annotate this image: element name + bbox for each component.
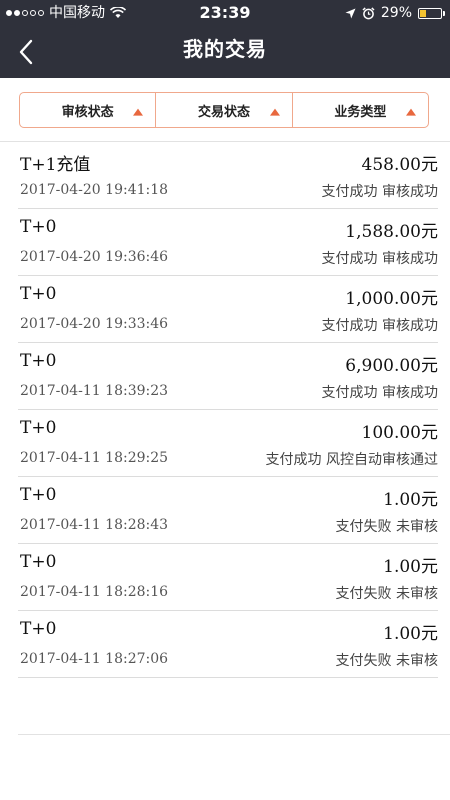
battery-level: [420, 9, 427, 17]
transaction-row[interactable]: T+0 1.00元 2017-04-11 18:28:43 支付失败 未审核: [18, 477, 438, 544]
transaction-time: 2017-04-20 19:41:18: [20, 182, 169, 198]
filter-bar: 审核状态 交易状态 业务类型: [19, 92, 429, 128]
transaction-row[interactable]: T+0 6,900.00元 2017-04-11 18:39:23 支付成功 审…: [18, 343, 438, 410]
transaction-status: 支付失败 未审核: [335, 519, 438, 535]
transaction-row[interactable]: T+1充值 458.00元 2017-04-20 19:41:18 支付成功 审…: [18, 142, 438, 209]
transaction-status: 支付成功 审核成功: [321, 251, 438, 267]
alarm-icon: [362, 6, 375, 19]
transaction-amount: 1,000.00元: [345, 289, 438, 309]
filter-label: 业务类型: [334, 104, 387, 120]
battery-percent: 29%: [380, 5, 412, 21]
nav-bar: 我的交易: [0, 26, 450, 78]
transaction-status: 支付成功 审核成功: [321, 385, 438, 401]
status-bar: 中国移动 23:39 29%: [0, 0, 450, 26]
transaction-time: 2017-04-20 19:33:46: [20, 316, 169, 332]
transaction-amount: 6,900.00元: [345, 356, 438, 376]
transaction-name: T+0: [20, 619, 57, 639]
top-bar: 中国移动 23:39 29% 我的交易: [0, 0, 450, 78]
transaction-amount: 1.00元: [383, 624, 438, 644]
transaction-name: T+0: [20, 351, 57, 371]
filter-business-type[interactable]: 业务类型: [291, 93, 428, 127]
transaction-row[interactable]: T+0 1.00元 2017-04-11 18:27:06 支付失败 未审核: [18, 611, 438, 678]
transaction-time: 2017-04-11 18:27:06: [20, 651, 169, 667]
transaction-amount: 1.00元: [383, 557, 438, 577]
transaction-amount: 1,588.00元: [345, 222, 438, 242]
transaction-name: T+0: [20, 418, 57, 438]
transaction-name: T+0: [20, 217, 57, 237]
transaction-time: 2017-04-20 19:36:46: [20, 249, 169, 265]
transaction-amount: 458.00元: [361, 155, 438, 175]
transaction-name: T+0: [20, 552, 57, 572]
transaction-row[interactable]: T+0 1,000.00元 2017-04-20 19:33:46 支付成功 审…: [18, 276, 438, 343]
divider: [18, 734, 450, 735]
transaction-status: 支付成功 风控自动审核通过: [265, 452, 438, 468]
transaction-status: 支付成功 审核成功: [321, 184, 438, 200]
transaction-time: 2017-04-11 18:28:43: [20, 517, 169, 533]
transaction-amount: 1.00元: [383, 490, 438, 510]
transaction-time: 2017-04-11 18:39:23: [20, 383, 169, 399]
caret-up-icon: [405, 108, 416, 116]
caret-up-icon: [269, 108, 280, 116]
transaction-status: 支付成功 审核成功: [321, 318, 438, 334]
transaction-list: T+1充值 458.00元 2017-04-20 19:41:18 支付成功 审…: [18, 142, 438, 678]
battery-icon: [418, 7, 445, 19]
filter-label: 审核状态: [61, 104, 114, 120]
transaction-status: 支付失败 未审核: [335, 586, 438, 602]
location-icon: [345, 8, 356, 18]
filter-review-status[interactable]: 审核状态: [20, 93, 155, 127]
page-title: 我的交易: [183, 37, 267, 61]
transaction-name: T+0: [20, 284, 57, 304]
caret-up-icon: [133, 108, 144, 116]
transaction-name: T+0: [20, 485, 57, 505]
transaction-name: T+1充值: [20, 155, 91, 175]
transaction-row[interactable]: T+0 1.00元 2017-04-11 18:28:16 支付失败 未审核: [18, 544, 438, 611]
filter-trade-status[interactable]: 交易状态: [155, 93, 291, 127]
transaction-amount: 100.00元: [361, 423, 438, 443]
transaction-time: 2017-04-11 18:29:25: [20, 450, 169, 466]
transaction-row[interactable]: T+0 1,588.00元 2017-04-20 19:36:46 支付成功 审…: [18, 209, 438, 276]
filter-label: 交易状态: [197, 104, 250, 120]
transaction-row[interactable]: T+0 100.00元 2017-04-11 18:29:25 支付成功 风控自…: [18, 410, 438, 477]
status-right: 29%: [345, 0, 445, 26]
transaction-time: 2017-04-11 18:28:16: [20, 584, 169, 600]
transaction-status: 支付失败 未审核: [335, 653, 438, 669]
